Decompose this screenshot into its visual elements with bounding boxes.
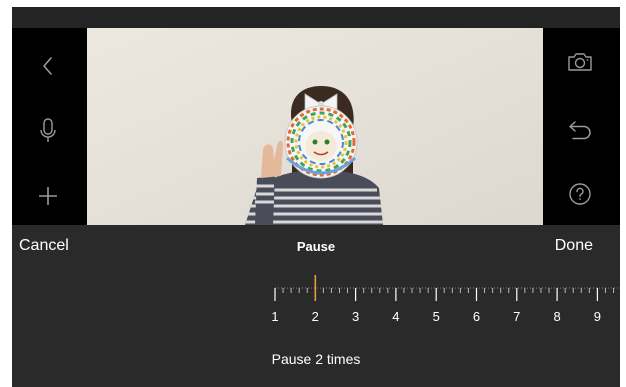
app-window: Cancel Pause Done 123456789 Pause 2 time… bbox=[12, 7, 620, 387]
camera-button[interactable] bbox=[562, 44, 598, 80]
camera-icon bbox=[568, 53, 592, 71]
ruler-tick-label: 1 bbox=[271, 309, 278, 324]
left-control-panel bbox=[12, 28, 87, 225]
ruler-tick-label: 3 bbox=[352, 309, 359, 324]
status-bar bbox=[12, 7, 620, 27]
panel-title: Pause bbox=[296, 239, 336, 254]
pause-count-ruler[interactable]: 1 2 3 4 5 6 7 8 9 bbox=[262, 273, 620, 333]
plus-icon bbox=[39, 187, 57, 205]
question-mark-icon bbox=[569, 183, 591, 205]
ruler-tick-label: 6 bbox=[473, 309, 480, 324]
ruler-tick-label: 9 bbox=[594, 309, 601, 324]
ruler-scale: 1 2 3 4 5 6 7 8 9 bbox=[271, 275, 618, 324]
microphone-button[interactable] bbox=[30, 113, 66, 149]
help-button[interactable] bbox=[562, 176, 598, 212]
pause-edit-panel: Cancel Pause Done 123456789 Pause 2 time… bbox=[12, 225, 620, 387]
done-button[interactable]: Done bbox=[555, 237, 593, 255]
ruler-tick-label: 5 bbox=[433, 309, 440, 324]
video-frame-image bbox=[87, 28, 543, 225]
ruler-tick-label: 8 bbox=[553, 309, 560, 324]
ruler-tick-label: 7 bbox=[513, 309, 520, 324]
add-button[interactable] bbox=[30, 178, 66, 214]
microphone-icon bbox=[40, 118, 56, 142]
chevron-left-icon bbox=[43, 57, 52, 75]
pause-summary-text: Pause 2 times bbox=[271, 351, 361, 367]
right-control-panel bbox=[543, 28, 620, 225]
undo-button[interactable] bbox=[562, 112, 598, 148]
ruler-tick-label: 2 bbox=[312, 309, 319, 324]
ruler-tick-label: 4 bbox=[392, 309, 399, 324]
back-button[interactable] bbox=[30, 48, 66, 84]
undo-arrow-icon bbox=[569, 121, 591, 140]
video-preview[interactable] bbox=[87, 28, 543, 225]
